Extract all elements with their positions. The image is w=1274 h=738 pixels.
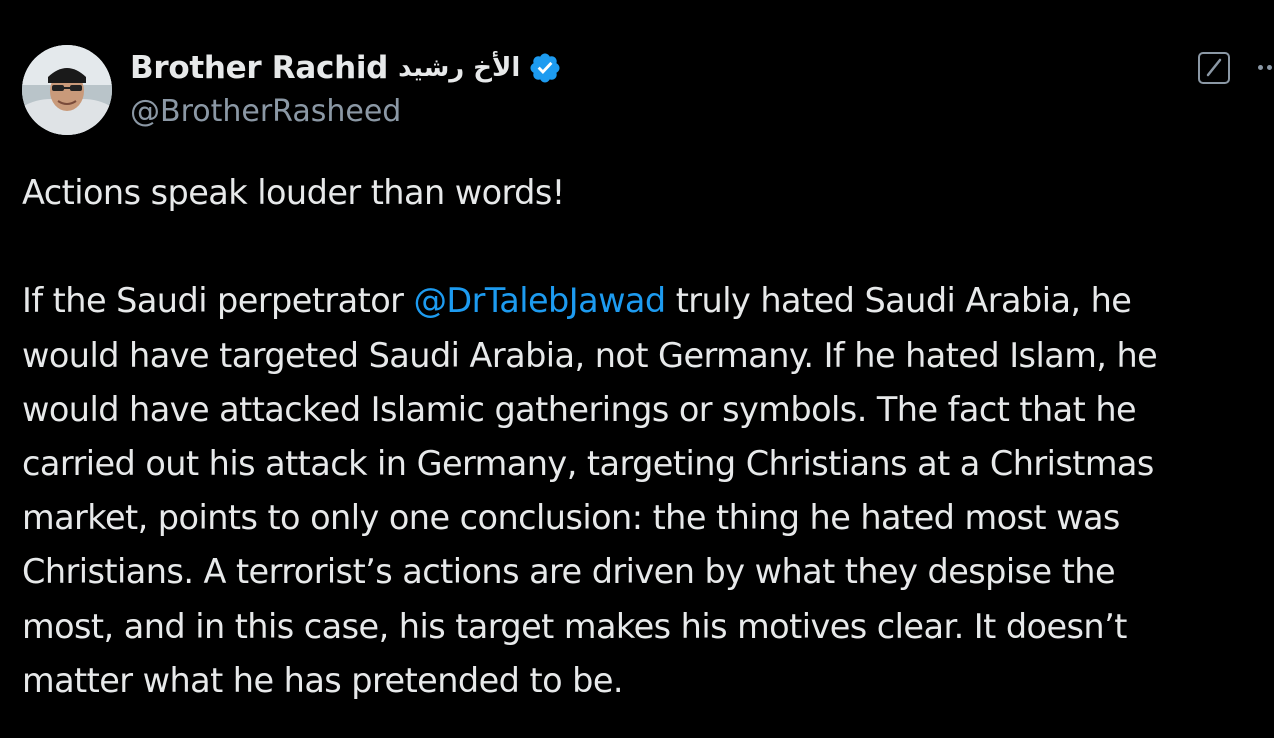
author-handle[interactable]: @BrotherRasheed <box>130 94 562 129</box>
tweet: Brother Rachid الأخ رشيد @BrotherRasheed… <box>0 0 1274 738</box>
tweet-line: matter what he has pretended to be. <box>22 660 624 700</box>
mention-link[interactable]: @DrTalebJawad <box>413 281 666 320</box>
tweet-line: would have targeted Saudi Arabia, not Ge… <box>22 335 1158 375</box>
grok-button[interactable] <box>1198 52 1230 84</box>
tweet-text: Actions speak louder than words! If the … <box>22 166 1262 708</box>
more-options-button[interactable] <box>1252 60 1274 76</box>
tweet-line: market, points to only one conclusion: t… <box>22 498 1120 538</box>
author-display-name[interactable]: Brother Rachid <box>130 50 388 86</box>
tweet-line: If the Saudi perpetrator @DrTalebJawad t… <box>22 274 1262 328</box>
tweet-line: would have attacked Islamic gatherings o… <box>22 389 1137 429</box>
tweet-line: Actions speak louder than words! <box>22 173 565 212</box>
author-name-row: Brother Rachid الأخ رشيد <box>130 46 562 90</box>
tweet-text-segment: truly hated Saudi Arabia, he <box>665 281 1132 321</box>
author-info: Brother Rachid الأخ رشيد @BrotherRasheed <box>130 46 562 129</box>
grok-icon <box>1206 58 1222 77</box>
author-display-name-arabic[interactable]: الأخ رشيد <box>398 53 520 83</box>
tweet-line: carried out his attack in Germany, targe… <box>22 444 1154 483</box>
tweet-line: Christians. A terrorist’s actions are dr… <box>22 552 1116 592</box>
tweet-text-segment: If the Saudi perpetrator <box>22 281 414 321</box>
more-dots-icon <box>1258 65 1263 70</box>
tweet-line: most, and in this case, his target makes… <box>22 606 1127 646</box>
avatar[interactable] <box>22 45 112 135</box>
paragraph-break <box>22 220 1262 274</box>
verified-badge-icon[interactable] <box>528 51 562 85</box>
avatar-image <box>22 45 112 135</box>
